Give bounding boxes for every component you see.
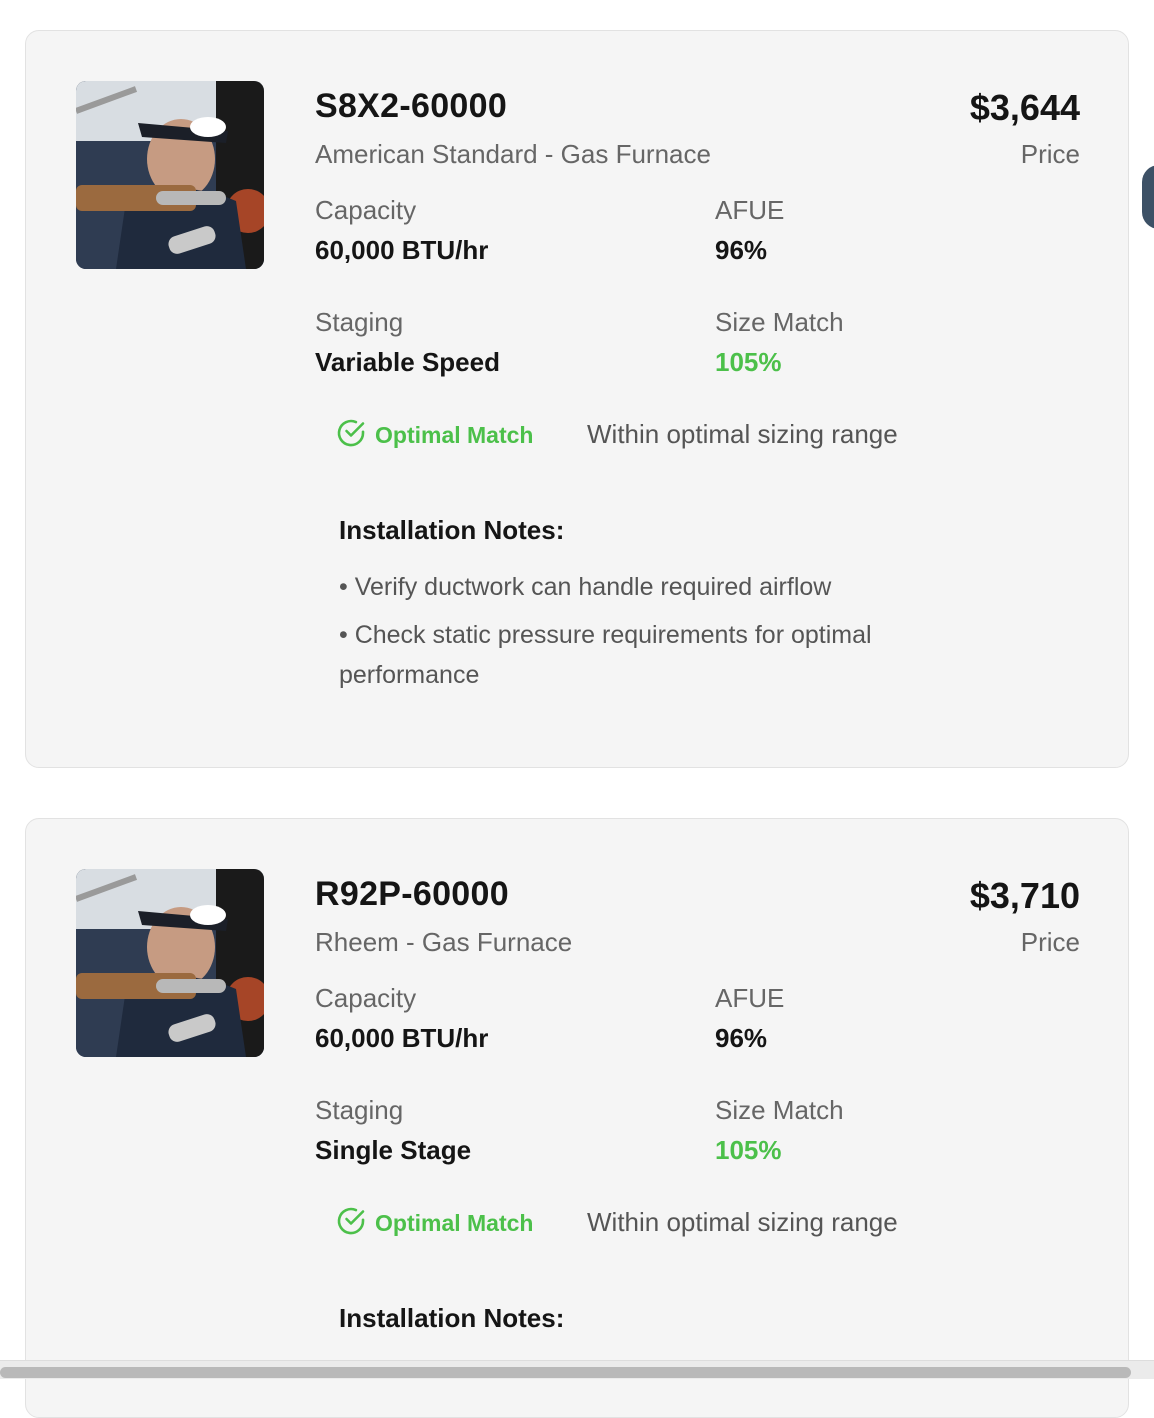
match-description: Within optimal sizing range — [587, 1207, 898, 1237]
match-description: Within optimal sizing range — [587, 419, 898, 449]
product-card[interactable]: S8X2-60000 American Standard - Gas Furna… — [25, 30, 1129, 768]
capacity-label: Capacity — [315, 983, 417, 1013]
size-match-label: Size Match — [715, 1095, 844, 1125]
scrollbar-thumb[interactable] — [0, 1367, 1131, 1378]
capacity-value: 60,000 BTU/hr — [315, 235, 489, 265]
match-badge-label: Optimal Match — [375, 421, 534, 448]
size-match-value: 105% — [715, 1135, 782, 1165]
installation-notes-list: • Verify ductwork can handle required ai… — [339, 567, 959, 703]
product-image — [76, 81, 264, 269]
check-circle-icon — [335, 417, 367, 454]
staging-value: Single Stage — [315, 1135, 472, 1165]
afue-label: AFUE — [715, 983, 785, 1013]
afue-label: AFUE — [715, 195, 785, 225]
product-price: $3,710 — [969, 875, 1080, 916]
product-card[interactable]: R92P-60000 Rheem - Gas Furnace $3,710 Pr… — [25, 818, 1129, 1418]
size-match-value: 105% — [715, 347, 782, 377]
staging-label: Staging — [315, 1095, 404, 1125]
optimal-match-badge: Optimal Match — [335, 1205, 533, 1241]
installation-notes-title: Installation Notes: — [339, 1303, 565, 1333]
capacity-label: Capacity — [315, 195, 417, 225]
afue-value: 96% — [715, 1023, 768, 1053]
check-circle-icon — [335, 1205, 367, 1242]
price-label: Price — [1020, 927, 1080, 957]
staging-value: Variable Speed — [315, 347, 500, 377]
product-image — [76, 869, 264, 1057]
match-badge-label: Optimal Match — [375, 1209, 534, 1236]
product-price: $3,644 — [969, 87, 1080, 128]
product-model: S8X2-60000 — [315, 87, 508, 125]
size-match-label: Size Match — [715, 307, 844, 337]
price-label: Price — [1020, 139, 1080, 169]
product-brand: Rheem - Gas Furnace — [315, 927, 573, 957]
side-panel-tab[interactable] — [1142, 165, 1154, 229]
installation-notes-title: Installation Notes: — [339, 515, 565, 545]
optimal-match-badge: Optimal Match — [335, 417, 533, 453]
product-brand: American Standard - Gas Furnace — [315, 139, 711, 169]
staging-label: Staging — [315, 307, 404, 337]
list-item: • Verify ductwork can handle required ai… — [339, 573, 832, 601]
list-item: • Check static pressure requirements for… — [339, 621, 872, 689]
product-model: R92P-60000 — [315, 875, 509, 913]
afue-value: 96% — [715, 235, 768, 265]
capacity-value: 60,000 BTU/hr — [315, 1023, 489, 1053]
